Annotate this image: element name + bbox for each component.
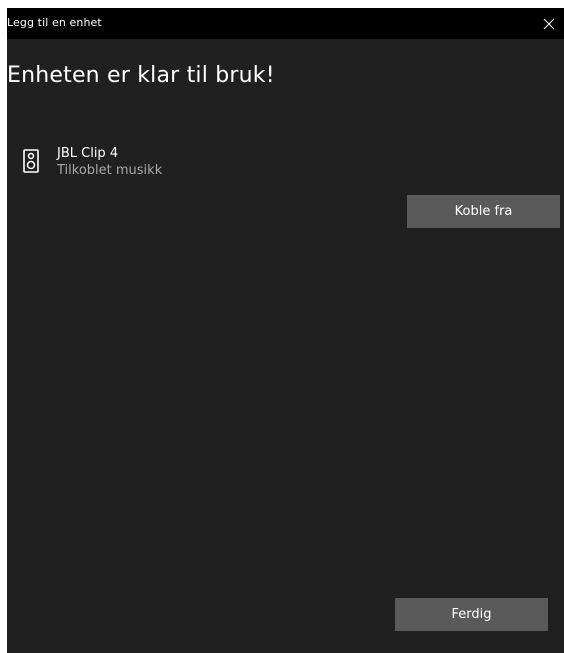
done-button[interactable]: Ferdig: [395, 598, 548, 631]
window-title: Legg til en enhet: [7, 16, 102, 29]
add-device-dialog: Legg til en enhet Enheten er klar til br…: [7, 8, 564, 653]
page-title: Enheten er klar til bruk!: [7, 63, 275, 88]
device-list-item: JBL Clip 4 Tilkoblet musikk: [7, 145, 307, 185]
close-icon: [543, 18, 555, 29]
disconnect-button[interactable]: Koble fra: [407, 195, 560, 228]
speaker-icon: [23, 149, 39, 173]
close-button[interactable]: [534, 8, 564, 39]
title-bar: Legg til en enhet: [7, 8, 564, 39]
device-status: Tilkoblet musikk: [57, 163, 163, 178]
device-name: JBL Clip 4: [57, 146, 119, 161]
